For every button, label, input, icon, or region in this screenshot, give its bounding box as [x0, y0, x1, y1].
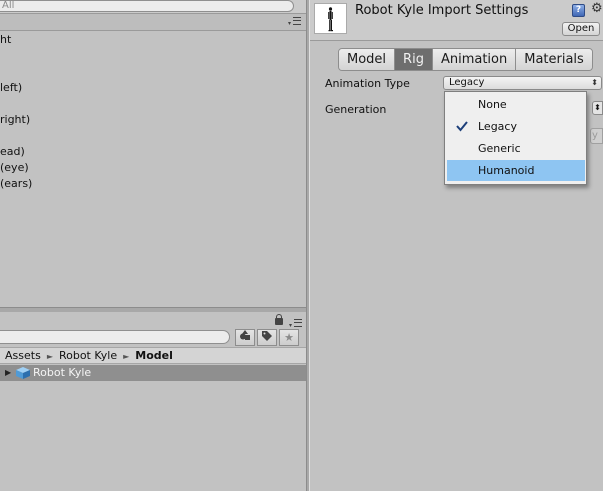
hierarchy-item[interactable]: (eye)	[0, 160, 29, 176]
dropdown-option-humanoid[interactable]: Humanoid	[447, 160, 585, 181]
checkmark-icon	[456, 121, 468, 132]
help-icon[interactable]: ?	[572, 4, 585, 17]
breadcrumb-item[interactable]: Robot Kyle	[59, 349, 117, 362]
import-settings-tabs: Model Rig Animation Materials	[338, 48, 593, 71]
model-thumbnail	[314, 3, 347, 34]
left-pane: All ▾ ht left) right) ead) (eye) (ears) …	[0, 0, 308, 491]
inspector-header: Robot Kyle Import Settings ? ⚙ Open	[310, 0, 603, 41]
animation-type-label: Animation Type	[325, 77, 410, 90]
model-prefab-icon	[16, 367, 30, 379]
breadcrumb-current[interactable]: Model	[135, 349, 173, 362]
project-panel-menu-icon[interactable]: ▾	[289, 319, 303, 329]
option-label: Legacy	[478, 120, 517, 133]
breadcrumb-item[interactable]: Assets	[5, 349, 41, 362]
tab-rig[interactable]: Rig	[395, 49, 433, 70]
inspector-panel: Robot Kyle Import Settings ? ⚙ Open Mode…	[310, 0, 603, 491]
inspector-title: Robot Kyle Import Settings	[355, 3, 529, 18]
option-label: None	[478, 98, 507, 111]
breadcrumb-separator-icon: ►	[123, 352, 130, 361]
asset-label: Robot Kyle	[33, 366, 92, 379]
animation-type-value: Legacy	[449, 77, 485, 88]
tab-materials[interactable]: Materials	[516, 49, 592, 70]
hierarchy-search-input[interactable]: All	[0, 0, 294, 12]
hierarchy-item[interactable]: (ears)	[0, 176, 32, 192]
gear-icon[interactable]: ⚙	[591, 2, 603, 15]
favorite-star-icon[interactable]: ★	[279, 329, 299, 346]
animation-type-dropdown: None Legacy Generic Humanoid	[444, 91, 587, 185]
option-label: Humanoid	[478, 164, 535, 177]
updown-arrow-icon: ⬍	[591, 78, 598, 87]
tab-animation[interactable]: Animation	[432, 49, 517, 70]
hierarchy-item[interactable]: ht	[0, 32, 11, 48]
lock-icon[interactable]	[275, 314, 283, 325]
hierarchy-item[interactable]: right)	[0, 112, 30, 128]
breadcrumb-separator-icon: ►	[46, 352, 53, 361]
generation-label: Generation	[325, 103, 387, 116]
asset-row-robot-kyle[interactable]: ▶ Robot Kyle	[0, 365, 307, 381]
animation-type-select[interactable]: Legacy ⬍	[443, 76, 602, 90]
generation-select[interactable]: ⬍	[592, 101, 603, 115]
expand-arrow-icon[interactable]: ▶	[5, 365, 11, 381]
project-search-input[interactable]	[0, 330, 230, 344]
filter-by-type-icon[interactable]	[235, 329, 255, 346]
hierarchy-item[interactable]: ead)	[0, 144, 25, 160]
dropdown-option-generic[interactable]: Generic	[447, 138, 585, 159]
disabled-button: y	[590, 128, 603, 144]
hierarchy-item[interactable]: left)	[0, 80, 22, 96]
hierarchy-search-strip: All	[0, 0, 307, 14]
open-button[interactable]: Open	[562, 22, 600, 36]
hierarchy-header: ▾	[0, 14, 307, 31]
filter-by-label-icon[interactable]	[257, 329, 277, 346]
tab-model[interactable]: Model	[339, 49, 396, 70]
dropdown-option-none[interactable]: None	[447, 94, 585, 115]
dropdown-option-legacy[interactable]: Legacy	[447, 116, 585, 137]
breadcrumb: Assets ► Robot Kyle ► Model	[0, 347, 307, 364]
hierarchy-panel-menu-icon[interactable]: ▾	[288, 17, 302, 27]
project-toolbar: ▾ ★	[0, 312, 307, 347]
option-label: Generic	[478, 142, 521, 155]
